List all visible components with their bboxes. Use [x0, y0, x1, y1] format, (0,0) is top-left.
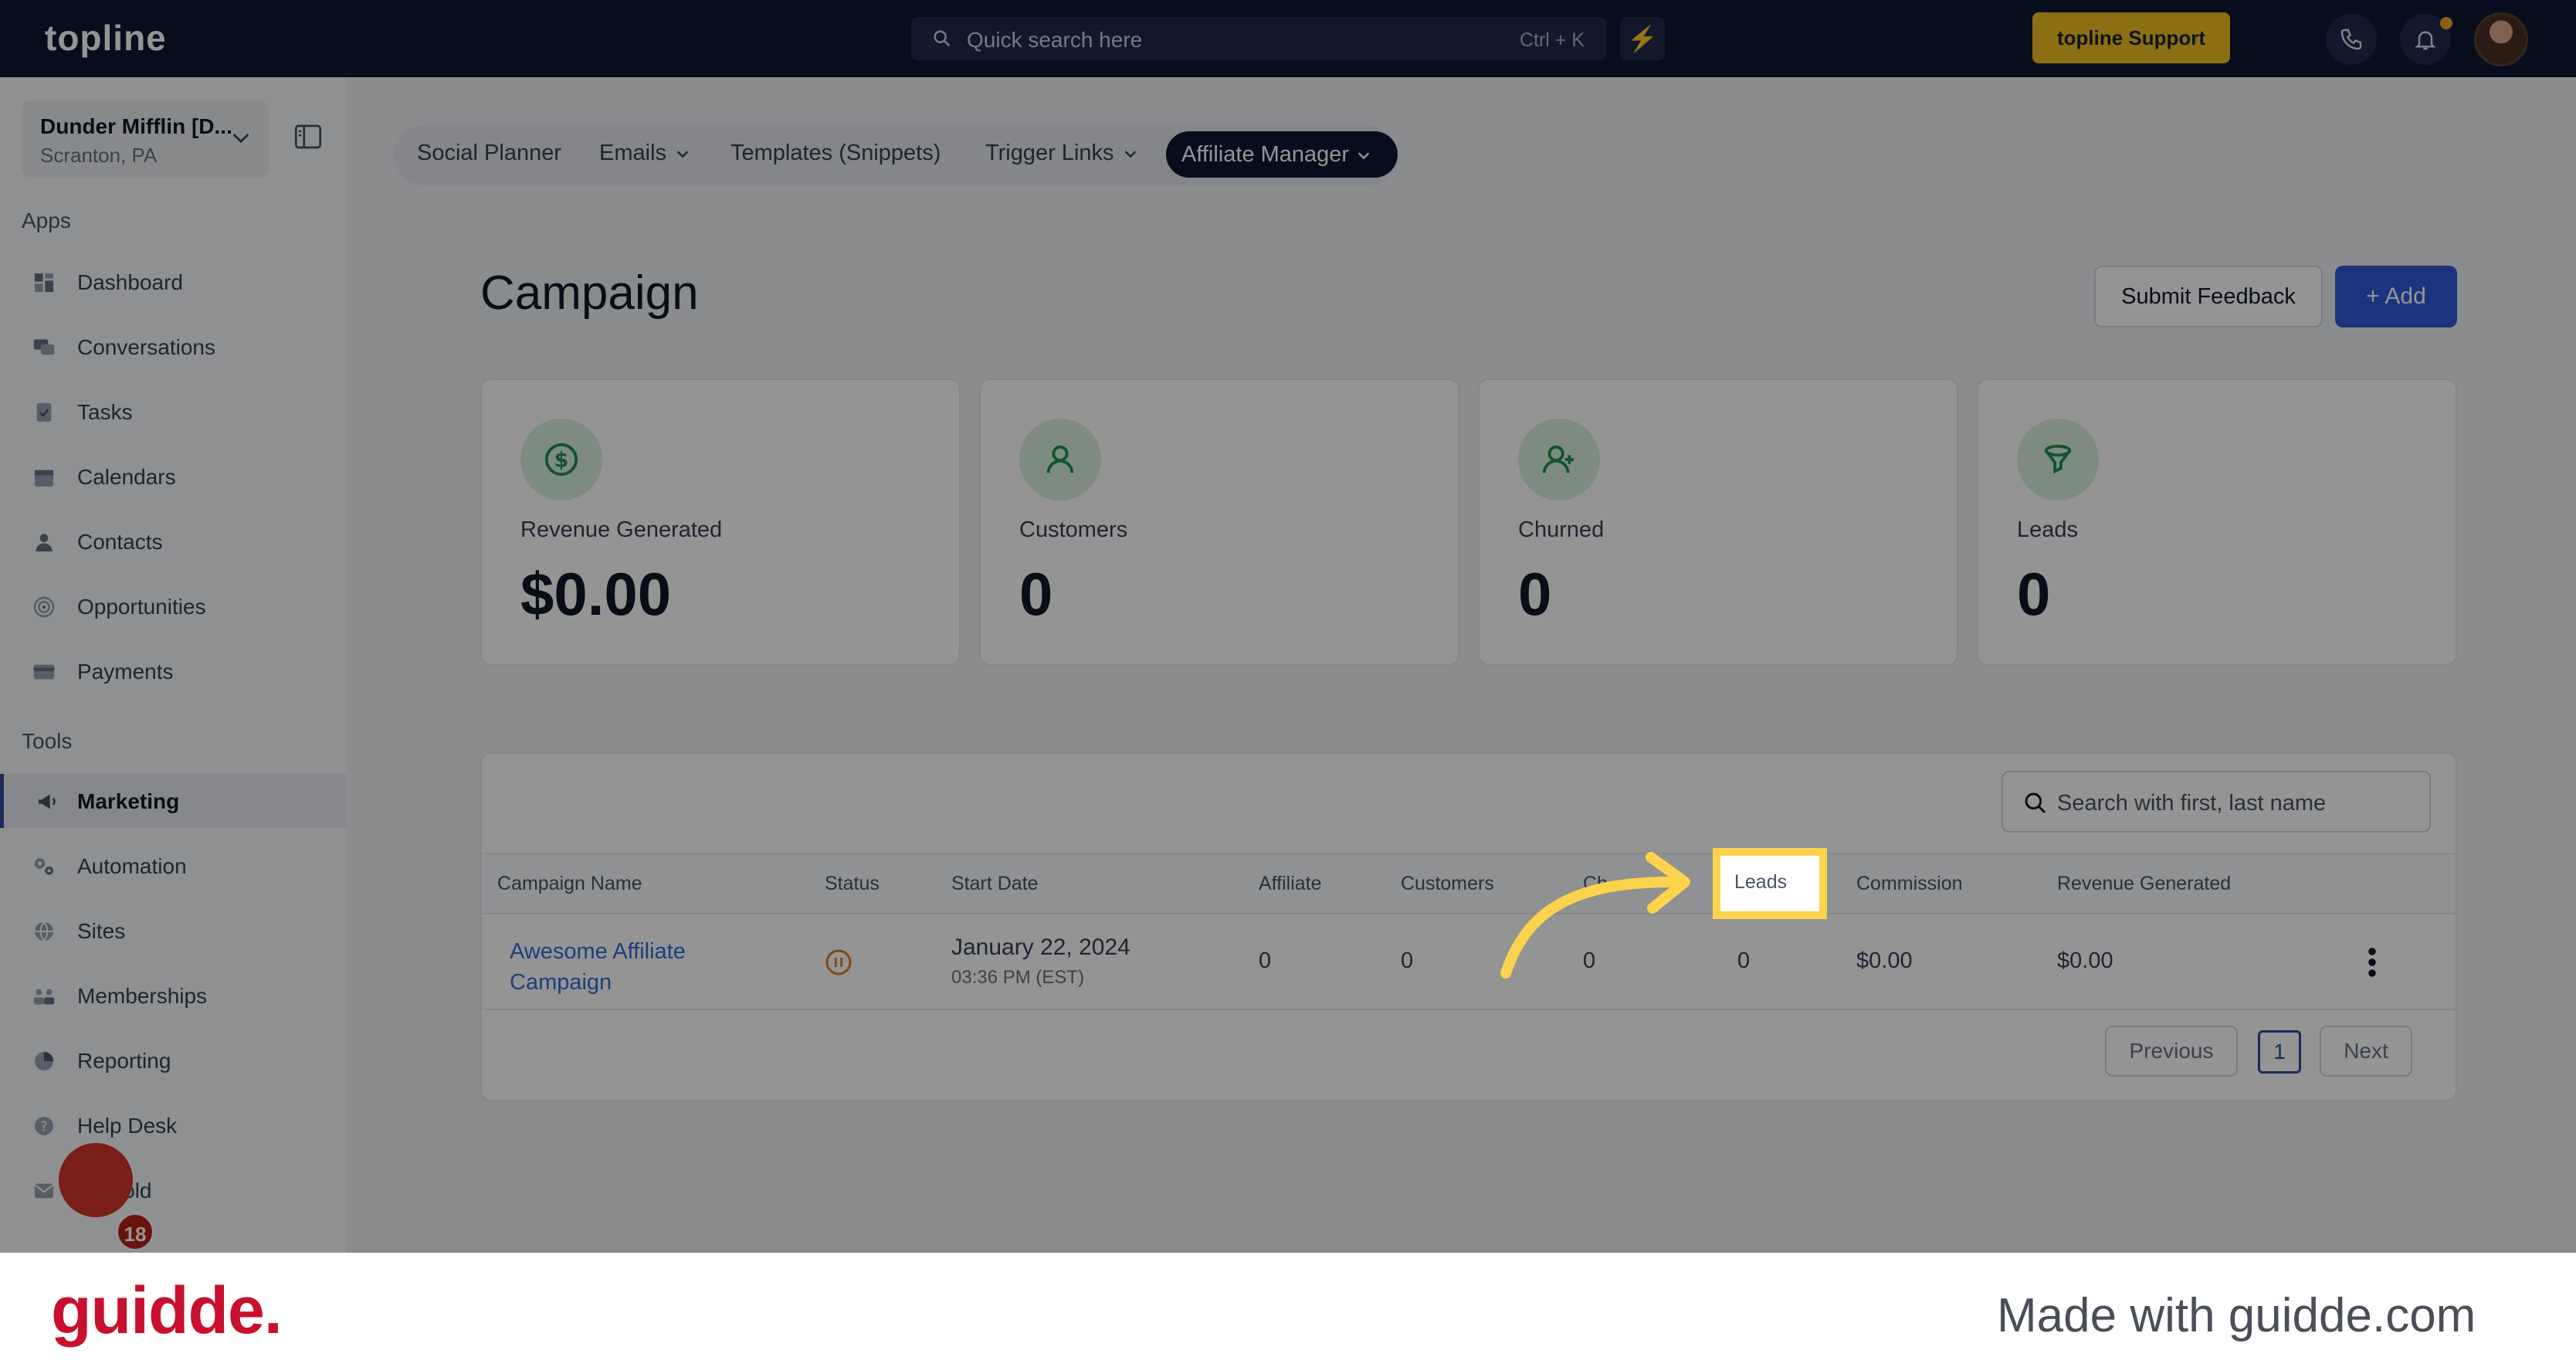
pointer-arrow-icon: [1500, 852, 1690, 979]
made-with-text: Made with guidde.com: [1997, 1289, 2476, 1342]
guidde-logo[interactable]: guidde.: [51, 1273, 283, 1349]
col-leads[interactable]: Leads: [1713, 848, 1827, 919]
col-leads-label: Leads: [1734, 871, 1788, 893]
tutorial-dim-overlay: [0, 0, 2576, 1253]
guidde-footer: guidde. Made with guidde.com: [0, 1253, 2576, 1367]
